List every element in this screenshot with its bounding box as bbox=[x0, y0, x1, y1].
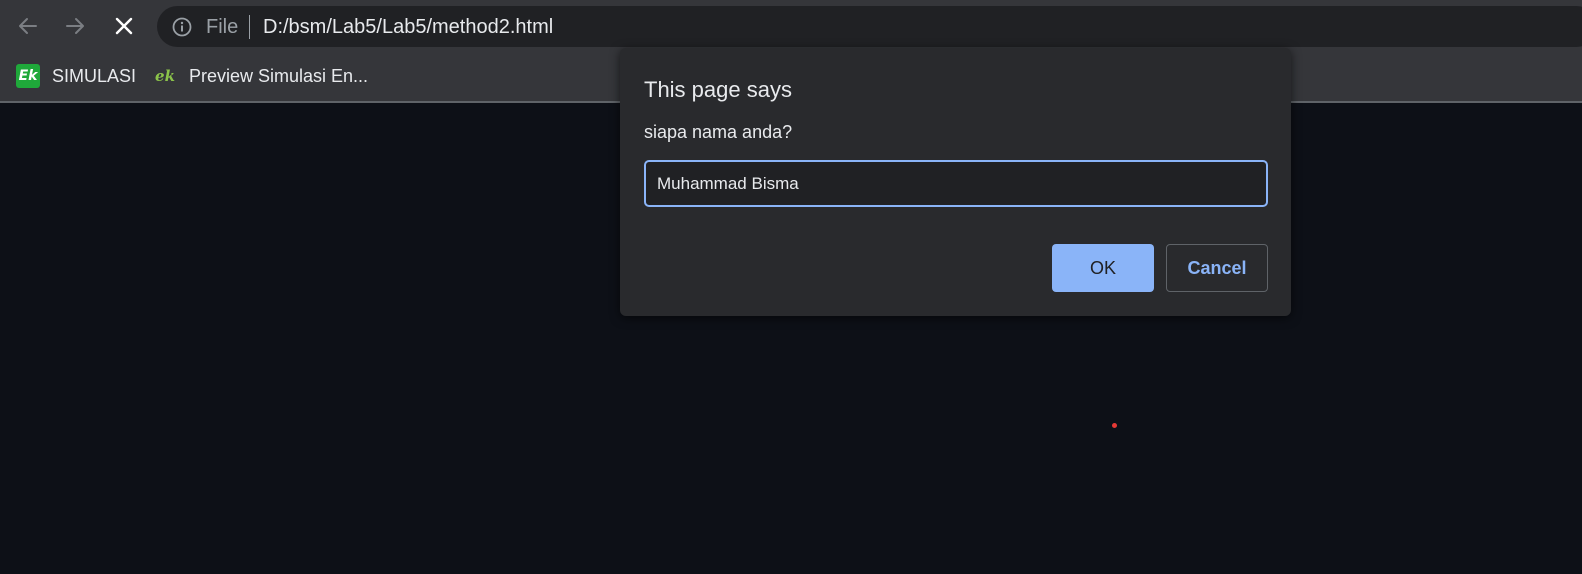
cancel-button[interactable]: Cancel bbox=[1166, 244, 1268, 292]
back-button[interactable] bbox=[12, 10, 44, 42]
red-dot bbox=[1112, 423, 1117, 428]
url-text[interactable]: D:/bsm/Lab5/Lab5/method2.html bbox=[263, 16, 553, 38]
bookmark-label: Preview Simulasi En... bbox=[189, 65, 369, 86]
dialog-title: This page says bbox=[644, 77, 792, 102]
ok-button[interactable]: OK bbox=[1052, 244, 1154, 292]
bookmark-simulasi[interactable]: Ek SIMULASI bbox=[16, 62, 136, 90]
ek-leaf-icon: ek bbox=[155, 67, 175, 85]
address-bar[interactable]: File D:/bsm/Lab5/Lab5/method2.html bbox=[157, 6, 1582, 47]
prompt-dialog: This page says siapa nama anda? OK Cance… bbox=[620, 48, 1291, 316]
bookmark-label: SIMULASI bbox=[52, 65, 137, 86]
arrow-right-icon bbox=[66, 18, 84, 34]
toolbar: File D:/bsm/Lab5/Lab5/method2.html bbox=[0, 0, 1582, 53]
arrow-left-icon bbox=[19, 18, 37, 34]
address-separator bbox=[249, 15, 250, 39]
url-scheme-label: File bbox=[206, 16, 239, 38]
forward-button[interactable] bbox=[59, 10, 91, 42]
bookmark-preview-simulasi[interactable]: ek Preview Simulasi En... bbox=[153, 62, 368, 90]
ek-logo-icon: Ek bbox=[16, 64, 40, 88]
name-input[interactable] bbox=[644, 160, 1268, 207]
dialog-message: siapa nama anda? bbox=[644, 122, 793, 142]
close-icon bbox=[115, 17, 133, 35]
stop-loading-button[interactable] bbox=[108, 10, 140, 42]
info-icon[interactable] bbox=[171, 16, 193, 38]
